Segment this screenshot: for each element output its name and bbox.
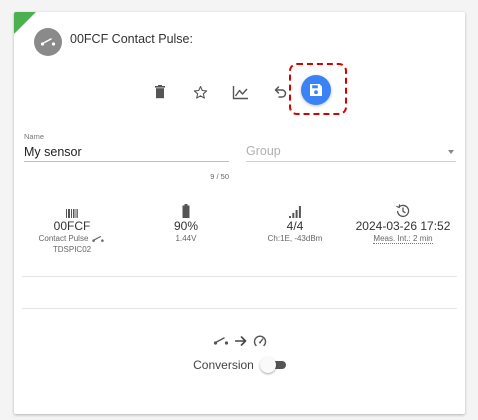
arrow-right-icon [234,336,246,346]
stat-signal: 4/4 Ch:1E, -43dBm [251,204,339,244]
conversion-toggle[interactable] [259,357,286,373]
trash-icon [155,85,165,99]
measurement-interval[interactable]: Meas. Int.: 2 min [373,234,433,244]
undo-icon [274,86,287,98]
contact-switch-icon [213,337,228,345]
undo-button[interactable] [265,77,295,107]
group-placeholder: Group [246,144,281,158]
signal-value: 4/4 [286,219,304,233]
delete-button[interactable] [145,77,175,107]
name-char-counter: 9 / 50 [210,172,229,181]
contact-switch-icon [40,38,56,46]
name-field[interactable] [24,142,229,162]
device-type: Contact Pulse [38,234,89,243]
chart-button[interactable] [225,77,255,107]
star-icon [193,85,207,99]
device-title: 00FCF Contact Pulse: [70,32,193,46]
save-button[interactable] [301,75,331,105]
battery-voltage: 1.44V [175,234,197,243]
signal-detail: Ch:1E, -43dBm [267,234,323,243]
conversion-label: Conversion [193,358,254,372]
avatar [34,28,62,56]
history-icon [396,204,410,218]
battery-percent: 90% [173,219,199,233]
device-id: 00FCF [53,219,91,233]
device-type-row: Contact Pulse [39,234,106,244]
chevron-down-icon [448,150,454,154]
card-toolbar [14,77,465,107]
stat-battery: 90% 1.44V [146,204,226,244]
chart-line-icon [232,85,248,99]
signal-icon [289,206,301,218]
device-model: TDSPIC02 [52,245,92,254]
sensor-stats: 00FCF Contact Pulse TDSPIC02 90% 1.44V 4… [14,204,465,284]
divider [22,276,457,277]
sensor-card: 00FCF Contact Pulse: Name My sensor 9 / … [14,12,465,414]
contact-switch-icon [92,236,105,242]
stat-history: 2024-03-26 17:52 Meas. Int.: 2 min [351,204,455,244]
gauge-icon [253,335,266,347]
conversion-row: Conversion [14,357,465,373]
name-label: Name [24,132,45,141]
barcode-icon [66,209,78,218]
last-measurement-time: 2024-03-26 17:52 [355,219,451,233]
stat-id: 00FCF Contact Pulse TDSPIC02 [32,204,112,255]
battery-icon [182,204,190,218]
save-icon [310,84,322,96]
group-select[interactable]: Group [246,142,456,162]
status-corner [14,12,36,34]
favorite-button[interactable] [185,77,215,107]
divider [22,308,457,309]
toggle-thumb [259,357,276,373]
conversion-icons [14,334,465,348]
